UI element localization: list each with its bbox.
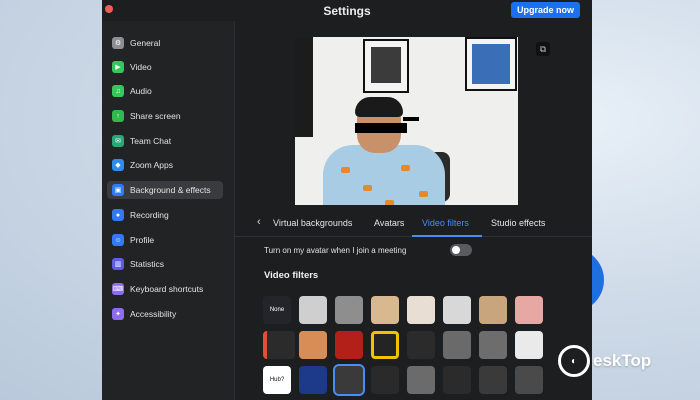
sidebar-item-label: Statistics: [130, 259, 165, 269]
filter-none-label: None: [269, 307, 285, 313]
settings-sidebar: ⚙ General ▶ Video ♫ Audio ↑ Share screen…: [102, 21, 235, 400]
profile-icon: ☺: [112, 234, 124, 246]
sidebar-item-statistics[interactable]: ▥ Statistics: [107, 255, 223, 273]
filter-tile[interactable]: [443, 331, 471, 359]
apps-icon: ◆: [112, 159, 124, 171]
tab-video-filters[interactable]: Video filters: [422, 218, 469, 228]
avatar-toggle-row: Turn on my avatar when I join a meeting: [264, 243, 584, 257]
filter-tile[interactable]: [407, 366, 435, 394]
video-filters-grid: None Hub?: [263, 296, 583, 400]
tab-virtual-backgrounds[interactable]: Virtual backgrounds: [273, 218, 352, 228]
watermark-logo: ◐ eskTop: [558, 345, 651, 377]
filter-tile[interactable]: [479, 331, 507, 359]
filter-tile-selected[interactable]: [333, 364, 365, 396]
filter-tile[interactable]: Hub?: [263, 366, 291, 394]
recording-icon: ●: [112, 209, 124, 221]
camera-preview: [295, 37, 518, 205]
sidebar-item-label: General: [130, 38, 161, 48]
popout-preview-icon[interactable]: ⧉: [536, 42, 550, 56]
effects-tabs: ‹ Virtual backgrounds Avatars Video filt…: [235, 214, 592, 237]
sidebar-item-label: Recording: [130, 210, 169, 220]
preview-wall-frame: [465, 37, 517, 91]
sidebar-item-label: Team Chat: [130, 136, 172, 146]
preview-person-hair: [355, 97, 403, 117]
filter-tile[interactable]: [371, 366, 399, 394]
filter-tile[interactable]: [479, 366, 507, 394]
sidebar-item-video[interactable]: ▶ Video: [107, 58, 223, 76]
keyboard-icon: ⌨: [112, 283, 124, 295]
sidebar-item-share-screen[interactable]: ↑ Share screen: [107, 107, 223, 125]
settings-window: Settings Upgrade now ⚙ General ▶ Video ♫…: [102, 0, 592, 400]
sidebar-item-label: Keyboard shortcuts: [130, 284, 204, 294]
preview-wall-frame: [363, 39, 409, 93]
pixel-sunglasses-filter: [355, 117, 419, 133]
speech-bubble-label: Hub?: [269, 377, 285, 383]
filter-tile[interactable]: [407, 331, 435, 359]
filter-tile[interactable]: [515, 366, 543, 394]
chevron-left-icon[interactable]: ‹: [257, 216, 261, 228]
filter-none[interactable]: None: [263, 296, 291, 324]
filter-tile[interactable]: [263, 331, 295, 359]
sidebar-item-recording[interactable]: ● Recording: [107, 206, 223, 224]
active-tab-indicator: [412, 235, 482, 237]
gear-icon: ⚙: [112, 37, 124, 49]
accessibility-icon: ✦: [112, 308, 124, 320]
watermark-circle-icon: ◐: [558, 345, 590, 377]
upgrade-now-button[interactable]: Upgrade now: [510, 2, 580, 18]
preview-person-hoodie: [323, 145, 445, 205]
filter-tile[interactable]: [479, 296, 507, 324]
close-window-button[interactable]: [105, 5, 113, 13]
filter-tile[interactable]: [299, 366, 327, 394]
filter-tile[interactable]: [515, 331, 543, 359]
sidebar-item-label: Share screen: [130, 111, 181, 121]
filter-tile[interactable]: [515, 296, 543, 324]
sidebar-item-background-effects[interactable]: ▣ Background & effects: [107, 181, 223, 199]
video-filters-heading: Video filters: [264, 270, 319, 281]
tab-studio-effects[interactable]: Studio effects: [491, 218, 545, 228]
sidebar-item-general[interactable]: ⚙ General: [107, 34, 223, 52]
sidebar-item-label: Profile: [130, 235, 155, 245]
sidebar-item-zoom-apps[interactable]: ◆ Zoom Apps: [107, 156, 223, 174]
sidebar-item-label: Zoom Apps: [130, 160, 173, 170]
title-bar: Settings Upgrade now: [102, 0, 592, 21]
avatar-toggle-label: Turn on my avatar when I join a meeting: [264, 245, 407, 255]
sidebar-item-keyboard-shortcuts[interactable]: ⌨ Keyboard shortcuts: [107, 280, 223, 298]
preview-curtain: [295, 37, 313, 137]
sidebar-item-label: Video: [130, 62, 152, 72]
filter-tile[interactable]: [371, 296, 399, 324]
statistics-icon: ▥: [112, 258, 124, 270]
tab-avatars[interactable]: Avatars: [374, 218, 404, 228]
filter-tile[interactable]: [443, 296, 471, 324]
filter-tile[interactable]: [335, 296, 363, 324]
filter-tile[interactable]: [407, 296, 435, 324]
filter-tile[interactable]: [299, 331, 327, 359]
filter-tile[interactable]: [443, 366, 471, 394]
sidebar-item-profile[interactable]: ☺ Profile: [107, 231, 223, 249]
sidebar-item-label: Accessibility: [130, 309, 177, 319]
sidebar-item-audio[interactable]: ♫ Audio: [107, 82, 223, 100]
window-title: Settings: [323, 3, 371, 18]
filter-tile[interactable]: [335, 331, 363, 359]
avatar-toggle-switch[interactable]: [450, 244, 472, 256]
chat-icon: ✉: [112, 135, 124, 147]
watermark-text: eskTop: [593, 351, 652, 370]
sidebar-item-team-chat[interactable]: ✉ Team Chat: [107, 132, 223, 150]
share-screen-icon: ↑: [112, 110, 124, 122]
video-icon: ▶: [112, 61, 124, 73]
filter-tile[interactable]: [299, 296, 327, 324]
background-icon: ▣: [112, 184, 124, 196]
sidebar-item-label: Background & effects: [130, 185, 211, 195]
headphones-icon: ♫: [112, 85, 124, 97]
filter-tile[interactable]: [371, 331, 399, 359]
sidebar-item-accessibility[interactable]: ✦ Accessibility: [107, 305, 223, 323]
main-panel: ⧉ ‹ Virtual backgrounds Avatars Video fi…: [235, 21, 592, 400]
sidebar-item-label: Audio: [130, 86, 152, 96]
